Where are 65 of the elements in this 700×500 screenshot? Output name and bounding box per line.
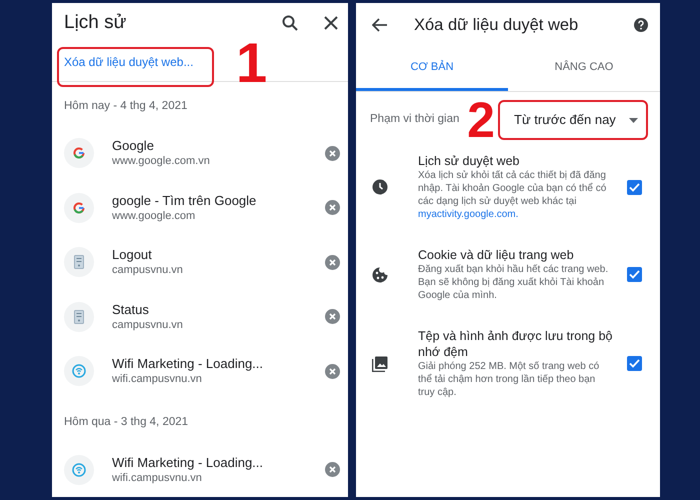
page-title-text: Wifi Marketing - Loading... [112,355,264,372]
activity-link[interactable]: myactivity.google.com. [418,209,518,220]
history-item[interactable]: Status campusvnu.vn [52,289,348,344]
search-icon[interactable] [282,14,298,31]
page-url: www.google.com [112,208,196,224]
page-url: www.google.com.vn [112,154,211,169]
history-item[interactable]: Wifi Marketing - Loading... wifi.campusvnu.vn [52,442,348,497]
clock-icon [372,179,388,195]
remove-icon[interactable] [325,200,340,215]
page-title-text: Google [112,137,155,154]
help-icon[interactable] [634,18,648,32]
page-title: Xóa dữ liệu duyệt web [413,14,580,36]
remove-icon[interactable] [325,364,340,378]
wifi-icon [72,364,86,378]
option-title: Tệp và hình ảnh được lưu trong bộ nhớ đệm [418,328,613,360]
google-g-icon [73,202,85,214]
close-icon[interactable] [324,16,338,30]
time-range-label: Phạm vi thời gian [370,112,460,128]
page-url: campusvnu.vn [112,318,184,332]
history-item[interactable]: google - Tìm trên Google www.google.com [52,180,348,235]
step-number: 1 [236,34,268,91]
server-icon [74,255,84,269]
images-icon [372,356,388,372]
clear-data-link[interactable]: Xóa dữ liệu duyệt web... [64,52,194,71]
date-heading: Hôm nay - 4 thg 4, 2021 [63,98,188,114]
time-range-dropdown[interactable]: Từ trước đến nay [498,100,648,140]
checkbox[interactable] [627,267,642,282]
history-item[interactable]: Logout campusvnu.vn [52,234,348,290]
wifi-icon [72,462,86,477]
page-title-text: Wifi Marketing - Loading... [112,454,264,471]
check-icon [629,270,640,279]
history-item[interactable]: Google www.google.com.vn [52,126,348,180]
option-title: Cookie và dữ liệu trang web [418,247,575,263]
back-arrow-icon[interactable] [372,18,388,32]
page-title-text: Logout [112,246,153,263]
option-title: Lịch sử duyệt web [418,153,520,169]
remove-icon[interactable] [325,462,340,478]
server-icon [74,310,84,324]
option-description: Đăng xuất bạn khỏi hầu hết các trang web. Bạn sẽ không bị đăng xuất khỏi Tài khoản Google của mình. [418,263,610,302]
page-title-text: Status [112,300,150,318]
option-description: Giải phóng 252 MB. Một số trang web có thể tải chậm hơn trong lần tiếp theo bạn truy cập. [418,360,600,399]
checkbox[interactable] [627,180,642,194]
page-title: Lịch sử [64,10,128,35]
page-url: wifi.campusvnu.vn [112,470,203,486]
data-option[interactable]: Tệp và hình ảnh được lưu trong bộ nhớ đệm Giải phóng 252 MB. Một số trang web có thể tải chậm hơn trong lần tiếp theo bạn truy cập. [356,319,660,408]
checkbox[interactable] [627,356,642,371]
data-option[interactable]: Lịch sử duyệt web Xóa lịch sử khỏi tất cả các thiết bị đã đăng nhập. Tài khoản Google của bạn có thể có các dạng lịch sử duyệt web khác tại myactivity.google.com. [356,144,660,230]
tab[interactable]: NÂNG CAO [508,47,660,91]
data-option[interactable]: Cookie và dữ liệu trang web Đăng xuất bạn khỏi hầu hết các trang web. Bạn sẽ không bị đăng xuất khỏi Tài khoản Google của mình. [356,238,660,311]
check-icon [629,359,640,368]
cookie-icon [372,266,388,282]
page-url: campusvnu.vn [112,263,184,278]
step-number: 2 [466,95,496,145]
tab[interactable]: CƠ BẢN [356,47,508,91]
dropdown-caret-icon [629,118,638,122]
google-g-icon [73,147,85,159]
history-item[interactable]: Wifi Marketing - Loading... wifi.campusvnu.vn [52,344,348,398]
date-heading: Hôm qua - 3 thg 4, 2021 [63,415,190,430]
check-icon [629,182,640,192]
remove-icon[interactable] [325,309,340,324]
option-description: Xóa lịch sử khỏi tất cả các thiết bị đã đăng nhập. Tài khoản Google của bạn có thể có các dạng lịch sử duyệt web khác tại myactivity.google.com. [418,169,608,221]
remove-icon[interactable] [325,146,340,160]
page-title-text: google - Tìm trên Google [112,192,258,208]
page-url: wifi.campusvnu.vn [112,372,203,387]
remove-icon[interactable] [325,254,340,270]
